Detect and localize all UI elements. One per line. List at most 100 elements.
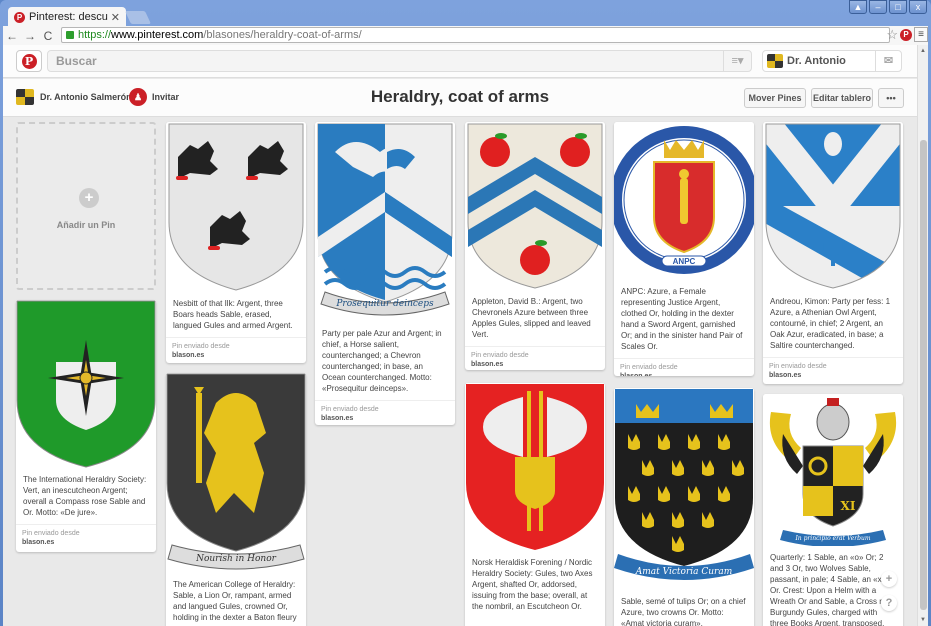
source-label: Pin enviado desde [172,343,230,350]
pin-image: ANPC [614,122,754,280]
address-bar[interactable]: https:// www.pinterest.com /blasones/her… [61,27,890,43]
pin-description: The American College of Heraldry: Sable,… [173,580,297,622]
pin-card[interactable]: The International Heraldry Society: Vert… [16,300,156,552]
pinterest-header: P Buscar ≡▾ Dr. Antonio ✉ [3,45,917,78]
browser-window: P Pinterest: descubre ide ✕ ▲ – □ x ← → … [0,0,931,626]
search-placeholder: Buscar [56,54,97,68]
pin-description: Sable, semé of tulips Or; on a chief Azu… [621,597,746,626]
source-label: Pin enviado desde [620,364,678,371]
forward-icon[interactable]: → [21,29,39,43]
page-content: P Buscar ≡▾ Dr. Antonio ✉ Dr. Antonio Sa… [3,45,917,626]
pin-source[interactable]: Pin enviado desdeblason.es [16,524,156,551]
pin-image: XI In principio erat Verbum [763,394,903,546]
url-path: /blasones/heraldry-coat-of-arms/ [203,29,362,41]
categories-menu-icon[interactable]: ≡▾ [723,51,751,71]
pin-source[interactable]: Pin enviado desdeblason.es [614,358,754,376]
pin-source[interactable]: Pin enviado desde blason.es [166,337,306,363]
pin-card[interactable]: Norsk Heraldisk Forening / Nordic Herald… [465,383,605,626]
pin-card[interactable]: ANPC ANPC: Azure, a Female representing … [614,122,754,376]
messages-icon[interactable]: ✉ [875,51,901,71]
user-name: Dr. Antonio [787,55,846,67]
pin-description: The International Heraldry Society: Vert… [23,475,147,517]
pin-description: Andreou, Kimon: Party per fess: 1 Azure,… [770,297,891,350]
pin-card[interactable]: Andreou, Kimon: Party per fess: 1 Azure,… [763,122,903,384]
scrollbar[interactable]: ▲ ▼ [917,45,928,626]
source-domain: blason.es [172,352,205,359]
source-domain: blason.es [769,372,802,379]
source-domain: blason.es [321,415,354,422]
pin-description: Party per pale Azur and Argent; in chief… [322,329,442,393]
source-label: Pin enviado desde [471,352,529,359]
pin-image [763,122,903,290]
pin-grid: + Añadir un Pin Nesbitt of that Ilk: Arg… [3,118,917,626]
source-label: Pin enviado desde [321,406,379,413]
pin-image: Nourish in Honor [166,373,306,573]
avatar [767,54,783,68]
pin-card[interactable]: XI In principio erat Verbum Quarterly: 1… [763,394,903,626]
pinterest-logo-icon: P [21,53,37,69]
url-scheme: https:// [78,29,112,41]
pin-description: Norsk Heraldisk Forening / Nordic Herald… [472,558,593,611]
help-button[interactable]: ? [881,595,897,611]
user-icon[interactable]: ▲ [849,0,867,14]
tab-title: Pinterest: descubre ide [29,11,108,23]
pin-description: ANPC: Azure, a Female representing Justi… [621,287,743,351]
source-label: Pin enviado desde [769,363,827,370]
pin-image [16,300,156,468]
bookmark-star-icon[interactable]: ☆ [886,27,898,43]
add-icon: + [79,188,99,208]
pin-card[interactable]: Amat Victoria Curam Sable, semé of tulip… [614,388,754,626]
motto-text: Prosequitur deinceps [335,299,434,309]
pin-source[interactable]: Pin enviado desde blason.es [315,400,455,425]
new-tab-button[interactable] [124,11,152,24]
motto-text: Amat Victoria Curam [635,567,732,577]
pin-card[interactable]: Appleton, David B.: Argent, two Chevrone… [465,122,605,370]
motto-text: In principio erat Verbum [794,535,870,542]
motto-text: Nourish in Honor [195,554,277,564]
pin-source[interactable]: Pin enviado desde blason.es [763,357,903,384]
pin-description: Quarterly: 1 Sable, an «o» Or; 2 and 3 O… [770,553,887,626]
more-options-button[interactable]: ••• [878,88,904,108]
pin-image [465,122,605,290]
close-window-icon[interactable]: x [909,0,927,14]
source-domain: blason.es [471,361,504,368]
move-pins-button[interactable]: Mover Pines [744,88,806,108]
add-pin-button[interactable]: + Añadir un Pin [16,122,156,290]
tab-strip: P Pinterest: descubre ide ✕ ▲ – □ x [0,0,931,27]
url-host: www.pinterest.com [111,29,204,41]
pin-description: Nesbitt of that Ilk: Argent, three Boars… [173,299,293,330]
pinterest-extension-icon[interactable]: P [900,29,912,41]
maximize-icon[interactable]: □ [889,0,907,14]
minimize-icon[interactable]: – [869,0,887,14]
scroll-down-icon[interactable]: ▼ [920,617,926,623]
pin-image: Amat Victoria Curam [614,388,754,590]
pin-source[interactable]: Pin enviado desde blason.es [465,346,605,370]
window-controls: ▲ – □ x [849,0,927,14]
source-domain: blason.es [620,372,748,376]
browser-menu-icon[interactable]: ≡ [914,27,928,42]
user-profile-button[interactable]: Dr. Antonio ✉ [762,50,902,72]
pinterest-logo-button[interactable]: P [16,50,42,72]
source-domain: blason.es [22,539,55,546]
shield-text: XI [841,499,856,513]
back-icon[interactable]: ← [3,29,21,43]
close-tab-icon[interactable]: ✕ [111,11,120,24]
browser-toolbar: ← → C https:// www.pinterest.com /blason… [3,26,928,45]
pin-description: Appleton, David B.: Argent, two Chevrone… [472,297,591,339]
pin-image [166,122,306,292]
edit-board-button[interactable]: Editar tablero [811,88,873,108]
search-input[interactable]: Buscar ≡▾ [47,50,752,72]
add-floating-button[interactable]: + [881,571,897,587]
pin-image: Prosequitur deinceps [315,122,455,322]
seal-text: ANPC [673,257,696,266]
browser-tab[interactable]: P Pinterest: descubre ide ✕ [8,7,126,27]
reload-icon[interactable]: C [39,29,57,43]
scroll-up-icon[interactable]: ▲ [920,48,926,54]
lock-icon [66,31,74,39]
scroll-thumb[interactable] [920,140,927,610]
pin-card[interactable]: Nourish in Honor The American College of… [166,373,306,626]
board-header: Dr. Antonio Salmerón ♟ Invitar Heraldry,… [3,79,917,117]
pin-image [465,383,605,551]
pin-card[interactable]: Nesbitt of that Ilk: Argent, three Boars… [166,122,306,363]
pin-card[interactable]: Prosequitur deinceps Party per pale Azur… [315,122,455,425]
